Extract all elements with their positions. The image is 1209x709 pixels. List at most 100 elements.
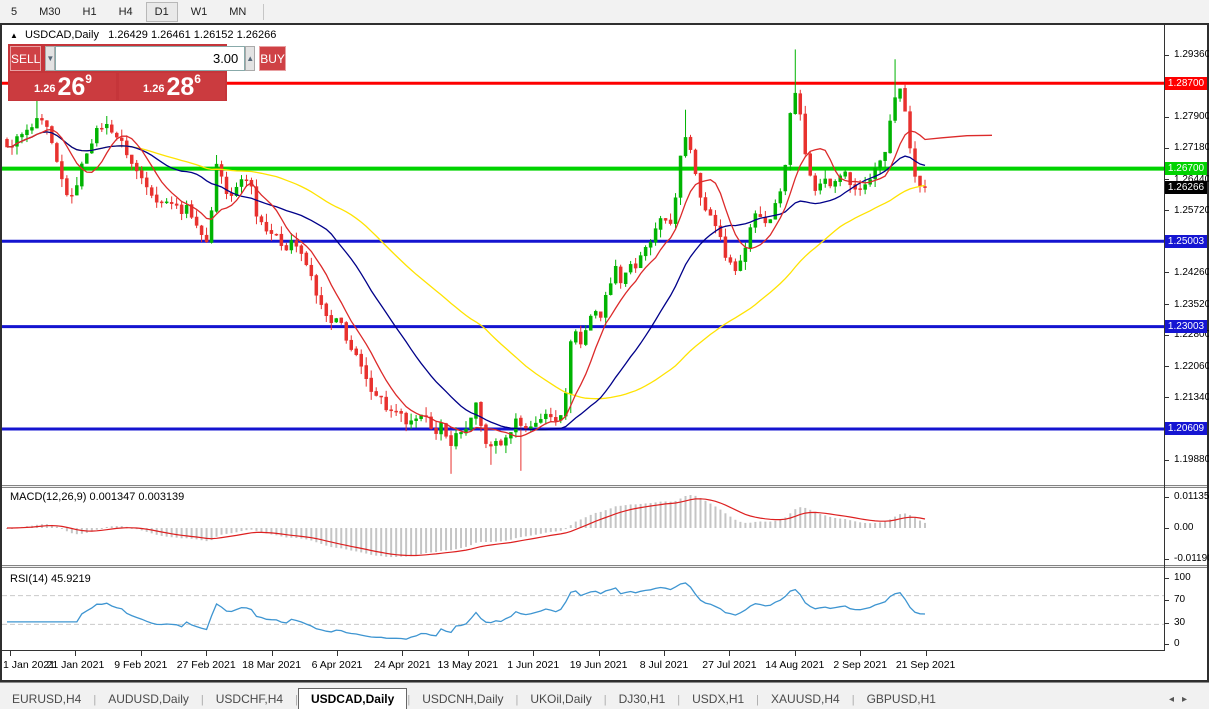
tab-usdx-h1[interactable]: USDX,H1 [680,689,756,709]
date-axis-tick [271,651,273,656]
buy-button[interactable]: BUY [259,46,286,71]
rsi-axis-label: 30 [1174,617,1186,628]
chart-tab-bar: EURUSD,H4 | AUDUSD,Daily | USDCHF,H4 | USDCAD,… [0,682,1209,709]
date-axis-tick [925,651,927,656]
tab-dj30-h1[interactable]: DJ30,H1 [607,689,678,709]
tab-gbpusd-h1[interactable]: GBPUSD,H1 [855,689,948,709]
price-axis-tick [1165,210,1169,212]
date-axis-label: 27 Feb 2021 [176,659,236,671]
date-axis-label: 6 Apr 2021 [311,659,363,671]
volume-increase-button[interactable]: ▲ [245,46,256,71]
bid-price-prefix: 1.26 [34,83,56,95]
chart-symbol-period: USDCAD,Daily [24,29,99,41]
ask-price-pip: 6 [194,72,201,86]
timeframe-button-mn[interactable]: MN [220,2,255,22]
ask-price-big: 28 [166,73,195,101]
timeframe-button-w1[interactable]: W1 [182,2,217,22]
toolbar-separator [263,3,265,20]
price-axis-label: 1.27900 [1174,111,1209,123]
date-axis-label: 24 Apr 2021 [374,659,431,671]
bid-price-big: 26 [57,73,86,101]
timeframe-toolbar: 5 M30 H1 H4 D1 W1 MN [0,0,1209,23]
tab-ukoil-daily[interactable]: UKOil,Daily [518,689,603,709]
date-axis-tick [10,651,11,656]
tab-usdcad-daily[interactable]: USDCAD,Daily [297,688,408,709]
price-axis-label: 1.24260 [1174,266,1209,278]
date-axis-tick [598,651,600,656]
price-axis-tick [1165,459,1169,461]
date-axis-label: 1 Jun 2021 [507,659,560,671]
price-axis-label: 1.25720 [1174,204,1209,216]
price-axis-tick [1165,54,1169,56]
tab-scroll-arrows[interactable]: ◂▸ [1169,694,1209,709]
price-axis-tick [1165,397,1169,399]
date-axis-label: 21 Jan 2021 [46,659,105,671]
price-tag-125003: 1.25003 [1165,234,1207,248]
price-tag-120609: 1.20609 [1165,422,1207,436]
chart-title: ▲ USDCAD,Daily 1.26429 1.26461 1.26152 1… [10,29,276,41]
date-axis-tick [794,651,796,656]
volume-decrease-button[interactable]: ▼ [45,46,56,71]
price-axis: 1.29360 1.27900 1.27180 1.26440 1.25720 1.242… [1165,25,1209,651]
ask-price-display[interactable]: 1.26 28 6 [119,73,225,100]
timeframe-button-h4[interactable]: H4 [110,2,142,22]
date-axis-tick [860,651,862,656]
macd-axis-tick [1165,528,1169,529]
timeframe-button-5[interactable]: 5 [2,2,26,22]
rsi-axis-tick [1165,578,1169,579]
price-axis-label: 1.19880 [1174,454,1209,466]
macd-axis-tick [1165,559,1169,560]
tab-xauusd-h4[interactable]: XAUUSD,H4 [759,689,852,709]
price-axis-tick [1165,334,1169,336]
date-axis-tick [402,651,404,656]
timeframe-button-m30[interactable]: M30 [30,2,69,22]
date-axis-tick [533,651,535,656]
price-axis-tick [1165,366,1169,368]
chart-ohlc-values: 1.26429 1.26461 1.26152 1.26266 [108,29,277,41]
date-axis-label: 13 May 2021 [437,659,499,671]
macd-indicator-label: MACD(12,26,9) 0.001347 0.003139 [10,491,185,503]
date-axis: 1 Jan 2021 21 Jan 2021 9 Feb 2021 27 Feb 20… [2,651,1164,680]
macd-axis-label: 0.00 [1174,522,1194,533]
price-axis-label: 1.22060 [1174,360,1209,372]
rsi-axis-label: 0 [1174,638,1180,649]
date-axis-tick [75,651,77,656]
up-triangle-icon: ▲ [246,54,255,63]
ask-price-prefix: 1.26 [143,83,165,95]
price-tag-128700: 1.28700 [1165,76,1207,90]
collapse-panel-icon[interactable]: ▲ [10,31,18,40]
date-axis-label: 9 Feb 2021 [114,659,168,671]
rsi-axis-label: 100 [1174,572,1191,583]
price-axis-label: 1.23520 [1174,298,1209,310]
price-tag-123003: 1.23003 [1165,320,1207,334]
date-axis-label: 8 Jul 2021 [639,659,689,671]
one-click-trading-panel: SELL ▼ ▲ BUY 1.26 26 9 1.26 28 6 [8,44,286,101]
trading-terminal: 5 M30 H1 H4 D1 W1 MN 1 Jan 2021 21 Jan 2021 9 Fe… [0,0,1209,709]
date-axis-label: 27 Jul 2021 [702,659,757,671]
price-tag-126266: 1.26266 [1165,180,1207,194]
price-axis-tick [1165,147,1169,149]
tab-audusd-daily[interactable]: AUDUSD,Daily [96,689,201,709]
date-axis-label: 21 Sep 2021 [895,659,956,671]
rsi-indicator-label: RSI(14) 45.9219 [10,573,91,585]
date-axis-label: 18 Mar 2021 [242,659,302,671]
macd-axis-tick [1165,497,1169,498]
date-axis-label: 2 Sep 2021 [833,659,888,671]
rsi-axis-tick [1165,623,1169,624]
bid-price-display[interactable]: 1.26 26 9 [10,73,116,100]
volume-input[interactable] [55,46,246,71]
down-triangle-icon: ▼ [46,54,55,63]
macd-axis-label: -0.011904 [1174,553,1209,564]
rsi-pane[interactable] [2,568,1164,650]
timeframe-button-d1[interactable]: D1 [145,1,178,22]
date-axis-tick [467,651,469,656]
timeframe-button-h1[interactable]: H1 [74,2,106,22]
tab-eurusd-h4[interactable]: EURUSD,H4 [0,689,93,709]
price-tag-126700: 1.26700 [1165,162,1207,176]
date-axis-tick [140,651,142,656]
tab-usdchf-h4[interactable]: USDCHF,H4 [204,689,295,709]
rsi-axis-label: 70 [1174,594,1186,605]
tab-usdcnh-daily[interactable]: USDCNH,Daily [410,689,515,709]
price-axis-tick [1165,272,1169,274]
sell-button[interactable]: SELL [10,46,42,71]
